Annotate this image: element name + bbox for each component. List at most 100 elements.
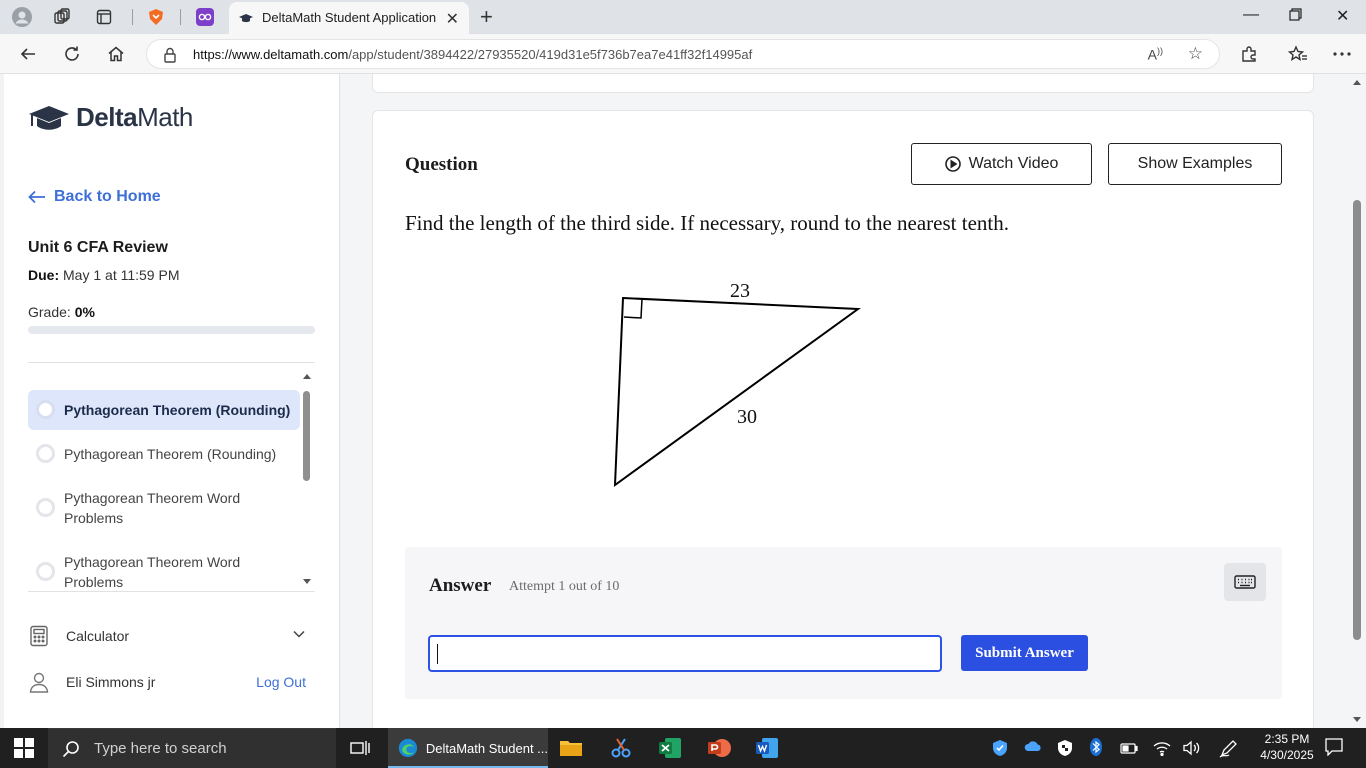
tab-deltamath[interactable]: DeltaMath Student Application ✕ <box>229 2 469 34</box>
calculator-label: Calculator <box>66 628 130 644</box>
back-to-home-label: Back to Home <box>54 188 161 205</box>
show-examples-button[interactable]: Show Examples <box>1108 143 1282 185</box>
answer-heading: Answer <box>429 575 492 596</box>
address-bar-row: https://www.deltamath.com/app/student/38… <box>0 34 1366 74</box>
deltamath-logo[interactable]: DeltaMath <box>28 102 193 133</box>
edge-browser-icon <box>398 738 418 758</box>
excel-icon[interactable] <box>658 736 682 760</box>
watch-video-label: Watch Video <box>968 155 1059 172</box>
status-circle-icon <box>36 498 55 517</box>
scroll-up-arrow-icon[interactable] <box>1353 80 1361 85</box>
problem-list-scrollbar[interactable] <box>300 374 314 584</box>
favorites-icon[interactable] <box>1288 44 1308 64</box>
right-triangle <box>613 296 861 488</box>
problem-item[interactable]: Pythagorean Theorem Word Problems <box>28 542 300 590</box>
pen-ink-icon[interactable] <box>1219 738 1239 761</box>
extensions-icon[interactable] <box>1239 44 1259 64</box>
battery-icon[interactable] <box>1120 742 1138 757</box>
defender-shield-icon[interactable] <box>992 739 1008 760</box>
problem-item[interactable]: Pythagorean Theorem (Rounding) <box>28 390 300 430</box>
minimize-icon[interactable]: — <box>1243 6 1259 24</box>
question-prompt: Find the length of the third side. If ne… <box>405 211 1009 235</box>
back-to-home-link[interactable]: Back to Home <box>28 188 161 206</box>
file-explorer-icon[interactable] <box>559 736 583 760</box>
logo-math: Math <box>137 102 193 132</box>
clock-time: 2:35 PM <box>1264 732 1310 746</box>
back-arrow-icon[interactable] <box>18 44 38 64</box>
status-circle-icon <box>36 400 55 419</box>
user-icon <box>29 672 49 693</box>
sidebar-divider <box>28 362 315 363</box>
pinned-tab-shield-icon[interactable] <box>146 7 166 27</box>
side-label-hypotenuse: 30 <box>737 406 757 428</box>
windows-taskbar: Type here to search DeltaMath Student ..… <box>0 728 1366 768</box>
submit-answer-button[interactable]: Submit Answer <box>961 635 1088 671</box>
wifi-icon[interactable] <box>1153 740 1171 759</box>
task-view-icon[interactable] <box>348 736 372 760</box>
page-scrollbar[interactable] <box>1348 74 1366 728</box>
previous-card <box>372 74 1314 93</box>
logo-delta: Delta <box>76 102 138 132</box>
taskbar-edge-app[interactable]: DeltaMath Student ... <box>388 728 548 768</box>
volume-icon[interactable] <box>1183 740 1201 759</box>
user-name: Eli Simmons jr <box>66 674 156 690</box>
scrollbar-thumb[interactable] <box>303 391 310 481</box>
scroll-down-arrow-icon[interactable] <box>303 579 311 584</box>
taskbar-edge-label: DeltaMath Student ... <box>425 740 548 756</box>
url-host: https://www.deltamath.com <box>193 47 349 62</box>
workspaces-icon[interactable] <box>52 7 72 27</box>
windows-start-icon[interactable] <box>14 738 34 763</box>
taskbar-clock[interactable]: 2:35 PM 4/30/2025 <box>1253 731 1321 763</box>
play-circle-icon <box>944 156 961 172</box>
log-out-link[interactable]: Log Out <box>256 674 306 690</box>
deltamath-favicon-icon <box>239 11 253 25</box>
due-date: Due: May 1 at 11:59 PM <box>28 267 179 283</box>
calculator-toggle[interactable]: Calculator <box>28 622 315 650</box>
notification-center-icon[interactable] <box>1325 738 1343 759</box>
profile-icon[interactable] <box>12 7 32 27</box>
word-icon[interactable] <box>755 736 779 760</box>
calculator-icon <box>30 625 48 647</box>
problem-item[interactable]: Pythagorean Theorem (Rounding) <box>28 434 300 474</box>
show-examples-label: Show Examples <box>1137 155 1253 172</box>
tab-title: DeltaMath Student Application <box>262 10 437 25</box>
sidebar: DeltaMath Back to Home Unit 6 CFA Review… <box>4 74 340 728</box>
tab-close-icon[interactable]: ✕ <box>446 9 459 29</box>
lock-icon[interactable] <box>163 47 177 68</box>
snipping-tool-icon[interactable] <box>609 736 633 760</box>
favorite-star-icon[interactable]: ☆ <box>1188 44 1203 64</box>
user-row: Eli Simmons jr Log Out <box>28 668 315 696</box>
taskbar-search-box[interactable]: Type here to search <box>48 728 336 768</box>
more-menu-icon[interactable] <box>1332 44 1352 64</box>
due-label: Due: <box>28 267 60 283</box>
watch-video-button[interactable]: Watch Video <box>911 143 1092 185</box>
taskbar-search-placeholder: Type here to search <box>94 740 227 757</box>
pinned-tab-extension-icon[interactable] <box>195 7 215 27</box>
triangle-diagram: 23 30 <box>613 280 861 488</box>
onedrive-cloud-icon[interactable] <box>1024 740 1042 755</box>
read-aloud-icon[interactable]: A)) <box>1148 46 1163 63</box>
tab-actions-icon[interactable] <box>94 7 114 27</box>
chevron-down-icon <box>293 630 305 638</box>
scroll-up-arrow-icon[interactable] <box>303 374 311 379</box>
restore-icon[interactable] <box>1289 8 1302 26</box>
problem-list: Pythagorean Theorem (Rounding) Pythagore… <box>28 390 300 590</box>
home-icon[interactable] <box>106 44 126 64</box>
problem-item[interactable]: Pythagorean Theorem Word Problems <box>28 478 300 538</box>
security-shield-icon[interactable] <box>1057 739 1073 760</box>
refresh-icon[interactable] <box>62 44 82 64</box>
url-field[interactable]: https://www.deltamath.com/app/student/38… <box>146 39 1220 69</box>
graduation-cap-icon <box>29 105 69 130</box>
status-circle-icon <box>36 562 55 581</box>
problem-label: Pythagorean Theorem (Rounding) <box>64 402 291 418</box>
window-close-icon[interactable]: ✕ <box>1336 6 1349 26</box>
problem-label: Pythagorean Theorem Word Problems <box>64 490 241 526</box>
status-circle-icon <box>36 444 55 463</box>
page-scrollbar-thumb[interactable] <box>1353 200 1361 640</box>
powerpoint-icon[interactable] <box>707 736 731 760</box>
bluetooth-icon[interactable] <box>1090 738 1102 759</box>
scroll-down-arrow-icon[interactable] <box>1353 717 1361 722</box>
new-tab-icon[interactable]: + <box>480 4 493 30</box>
keyboard-toggle-button[interactable] <box>1224 563 1266 601</box>
answer-input[interactable] <box>428 635 942 672</box>
